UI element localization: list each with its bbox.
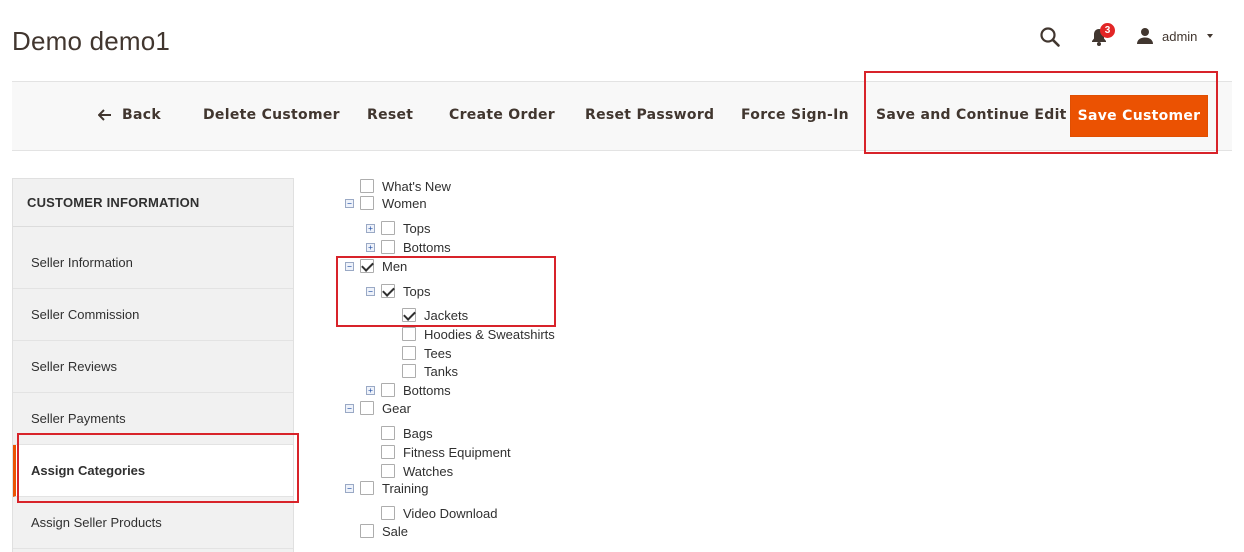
tree-node: Tees <box>387 344 451 362</box>
expand-icon[interactable]: + <box>366 223 375 233</box>
tree-node: Jackets <box>387 306 468 324</box>
tree-node: + Tops <box>366 219 430 237</box>
category-checkbox[interactable] <box>360 179 374 193</box>
category-label[interactable]: Watches <box>403 464 453 479</box>
category-label[interactable]: Women <box>382 196 427 211</box>
tree-node: − Gear <box>345 399 411 417</box>
tree-node: Tanks <box>387 362 458 380</box>
category-label[interactable]: Tops <box>403 221 430 236</box>
category-checkbox[interactable] <box>360 196 374 210</box>
sidebar-item-seller-payments[interactable]: Seller Payments <box>13 393 293 445</box>
expand-icon[interactable]: + <box>366 385 375 395</box>
tree-node: − Training <box>345 479 428 497</box>
category-checkbox[interactable] <box>360 401 374 415</box>
tree-node: Bags <box>366 424 433 442</box>
category-checkbox[interactable] <box>360 259 374 273</box>
tree-node: Fitness Equipment <box>366 443 511 461</box>
admin-user-menu[interactable]: admin <box>1136 27 1214 45</box>
tree-node: Hoodies & Sweatshirts <box>387 325 555 343</box>
notifications-button[interactable]: 3 <box>1090 23 1115 51</box>
category-checkbox[interactable] <box>381 284 395 298</box>
save-customer-button[interactable]: Save Customer <box>1070 95 1208 137</box>
tree-node: Watches <box>366 462 453 480</box>
category-checkbox[interactable] <box>360 524 374 538</box>
sidebar-item-seller-commission[interactable]: Seller Commission <box>13 289 293 341</box>
page-title: Demo demo1 <box>12 26 171 56</box>
category-label[interactable]: Tees <box>424 346 451 361</box>
collapse-icon[interactable]: − <box>345 403 354 413</box>
category-checkbox[interactable] <box>402 308 416 322</box>
chevron-down-icon <box>1207 34 1214 38</box>
customer-information-sidebar: CUSTOMER INFORMATION Seller Information … <box>12 178 294 552</box>
tree-node: What's New <box>345 177 451 195</box>
category-checkbox[interactable] <box>381 221 395 235</box>
tree-node: − Tops <box>366 282 430 300</box>
sidebar-item-seller-information[interactable]: Seller Information <box>13 237 293 289</box>
category-label[interactable]: What's New <box>382 179 451 194</box>
sidebar-heading: CUSTOMER INFORMATION <box>13 179 293 227</box>
category-label[interactable]: Bottoms <box>403 383 451 398</box>
expand-icon[interactable]: + <box>366 242 375 252</box>
category-checkbox[interactable] <box>381 445 395 459</box>
tree-node: − Men <box>345 257 407 275</box>
reset-password-button[interactable]: Reset Password <box>585 107 714 123</box>
tree-node: + Bottoms <box>366 381 451 399</box>
back-button[interactable]: Back <box>98 107 161 123</box>
category-checkbox[interactable] <box>381 506 395 520</box>
category-checkbox[interactable] <box>402 327 416 341</box>
category-checkbox[interactable] <box>381 240 395 254</box>
tree-node: Video Download <box>366 504 497 522</box>
category-label[interactable]: Jackets <box>424 308 468 323</box>
back-label: Back <box>122 107 161 123</box>
collapse-icon[interactable]: − <box>366 286 375 296</box>
user-icon <box>1137 28 1153 44</box>
category-label[interactable]: Fitness Equipment <box>403 445 511 460</box>
category-label[interactable]: Gear <box>382 401 411 416</box>
category-checkbox[interactable] <box>381 383 395 397</box>
search-icon[interactable] <box>1039 26 1063 50</box>
tree-node: Sale <box>345 522 408 540</box>
collapse-icon[interactable]: − <box>345 261 354 271</box>
category-label[interactable]: Men <box>382 259 407 274</box>
force-signin-button[interactable]: Force Sign-In <box>741 107 849 123</box>
category-checkbox[interactable] <box>381 464 395 478</box>
save-and-continue-button[interactable]: Save and Continue Edit <box>876 107 1067 123</box>
category-label[interactable]: Sale <box>382 524 408 539</box>
page-actions-toolbar: Back Delete Customer Reset Create Order … <box>12 81 1232 151</box>
category-checkbox[interactable] <box>402 346 416 360</box>
category-label[interactable]: Tops <box>403 284 430 299</box>
delete-customer-button[interactable]: Delete Customer <box>203 107 340 123</box>
arrow-left-icon <box>98 109 111 121</box>
category-label[interactable]: Hoodies & Sweatshirts <box>424 327 555 342</box>
collapse-icon[interactable]: − <box>345 198 354 208</box>
sidebar-item-assign-categories[interactable]: Assign Categories <box>13 445 293 497</box>
sidebar-item-seller-reviews[interactable]: Seller Reviews <box>13 341 293 393</box>
create-order-button[interactable]: Create Order <box>449 107 555 123</box>
category-checkbox[interactable] <box>402 364 416 378</box>
notification-badge: 3 <box>1100 23 1115 38</box>
category-label[interactable]: Bottoms <box>403 240 451 255</box>
category-label[interactable]: Video Download <box>403 506 497 521</box>
collapse-icon[interactable]: − <box>345 483 354 493</box>
category-checkbox[interactable] <box>360 481 374 495</box>
category-checkbox[interactable] <box>381 426 395 440</box>
tree-node: + Bottoms <box>366 238 451 256</box>
category-label[interactable]: Bags <box>403 426 433 441</box>
reset-button[interactable]: Reset <box>367 107 413 123</box>
admin-username: admin <box>1162 28 1198 44</box>
category-label[interactable]: Tanks <box>424 364 458 379</box>
category-label[interactable]: Training <box>382 481 428 496</box>
sidebar-item-assign-seller-products[interactable]: Assign Seller Products <box>13 497 293 549</box>
tree-node: − Women <box>345 194 427 212</box>
